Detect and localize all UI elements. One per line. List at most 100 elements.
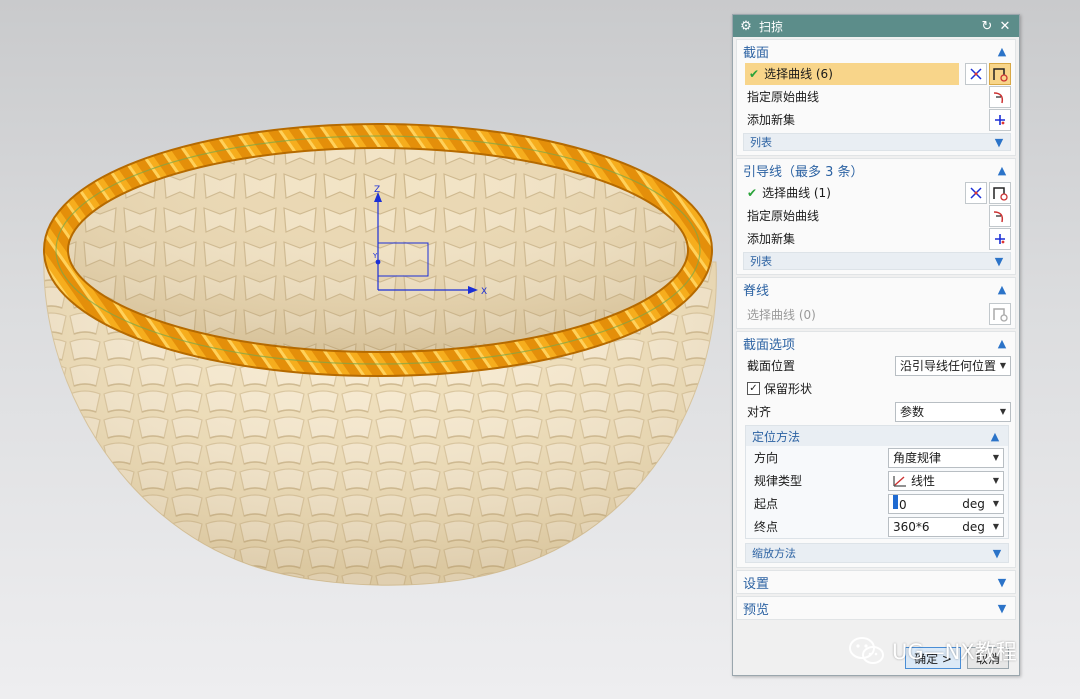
chevron-down-icon[interactable]: ▼ <box>993 522 999 531</box>
group-spine-header[interactable]: 脊线 ▲ <box>737 278 1015 300</box>
preserve-shape-label: 保留形状 <box>764 382 813 396</box>
chevron-up-icon[interactable]: ▲ <box>995 337 1009 350</box>
chevron-down-icon[interactable]: ▼ <box>990 547 1004 560</box>
group-settings-title: 设置 <box>743 576 770 592</box>
section-specify-origin-row[interactable]: 指定原始曲线 <box>737 85 1015 108</box>
add-set-icon[interactable] <box>989 108 1011 131</box>
section-position-value: 沿引导线任何位置 <box>900 359 997 373</box>
end-unit: deg <box>962 519 985 534</box>
preserve-shape-checkbox[interactable]: ✓ <box>747 382 760 395</box>
orientation-title: 定位方法 <box>752 429 801 444</box>
section-select-curve-row[interactable]: ✔ 选择曲线 (6) <box>737 62 1015 85</box>
section-specify-origin-label: 指定原始曲线 <box>747 90 820 104</box>
axis-label-x: X <box>481 287 487 297</box>
chevron-up-icon[interactable]: ▲ <box>988 430 1002 443</box>
reverse-direction-button[interactable] <box>965 181 987 204</box>
align-label: 对齐 <box>747 405 772 419</box>
start-row: 起点 0 deg ▼ <box>746 492 1008 515</box>
guide-select-curve-label: 选择曲线 (1) <box>762 186 831 200</box>
law-type-label: 规律类型 <box>754 474 803 488</box>
law-type-select[interactable]: 线性 ▼ <box>888 470 1004 491</box>
chevron-down-icon[interactable]: ▼ <box>995 602 1009 615</box>
origin-curve-icon[interactable] <box>989 204 1011 227</box>
preserve-shape-row[interactable]: ✓ 保留形状 <box>737 377 1015 400</box>
chevron-down-icon[interactable]: ▼ <box>992 255 1006 268</box>
group-section-header[interactable]: 截面 ▲ <box>737 40 1015 62</box>
chevron-down-icon[interactable]: ▼ <box>993 499 999 508</box>
axis-label-y: Y <box>372 252 378 260</box>
chevron-down-icon[interactable]: ▼ <box>992 136 1006 149</box>
group-preview-title: 预览 <box>743 602 770 618</box>
end-value[interactable]: 360*6 <box>893 520 962 534</box>
section-select-curve-label: 选择曲线 (6) <box>764 67 833 81</box>
reset-icon[interactable]: ↻ <box>979 19 995 34</box>
group-preview-header[interactable]: 预览 ▼ <box>737 597 1015 619</box>
scaling-toggle[interactable]: 缩放方法 ▼ <box>745 543 1009 563</box>
check-icon: ✔ <box>749 66 760 81</box>
guide-add-new-set-label: 添加新集 <box>747 232 796 246</box>
gear-icon: ⚙ <box>740 18 752 34</box>
text-cursor <box>893 495 898 509</box>
guide-specify-origin-label: 指定原始曲线 <box>747 209 820 223</box>
direction-label: 方向 <box>754 451 779 465</box>
chevron-up-icon[interactable]: ▲ <box>995 283 1009 296</box>
group-section-options: 截面选项 ▲ 截面位置 沿引导线任何位置 ▼ ✓ 保留形状 对齐 参数 ▼ 定位… <box>736 331 1016 568</box>
align-row: 对齐 参数 ▼ <box>737 400 1015 423</box>
section-list-toggle[interactable]: 列表 ▼ <box>743 133 1011 151</box>
check-icon: ✔ <box>747 185 758 200</box>
chevron-down-icon: ▼ <box>999 407 1006 416</box>
align-value: 参数 <box>900 405 925 419</box>
start-unit: deg <box>962 496 985 511</box>
guide-list-toggle[interactable]: 列表 ▼ <box>743 252 1011 270</box>
basket-model: Z X Y <box>43 123 717 586</box>
end-input[interactable]: 360*6 deg ▼ <box>888 516 1004 537</box>
curve-rule-button[interactable] <box>989 303 1011 325</box>
watermark-text: UG—NX教程 <box>892 640 1017 664</box>
align-select[interactable]: 参数 ▼ <box>895 401 1011 422</box>
guide-specify-origin-row[interactable]: 指定原始曲线 <box>737 204 1015 227</box>
group-section: 截面 ▲ ✔ 选择曲线 (6) 指定原始曲线 添加新集 列表 ▼ <box>736 39 1016 156</box>
end-label: 终点 <box>754 520 779 534</box>
group-spine-title: 脊线 <box>743 283 770 299</box>
graphics-viewport[interactable]: Z X Y <box>0 0 730 699</box>
chevron-down-icon: ▼ <box>992 476 999 485</box>
curve-rule-button[interactable] <box>989 62 1011 85</box>
group-settings: 设置 ▼ <box>736 570 1016 594</box>
guide-select-curve-row[interactable]: ✔ 选择曲线 (1) <box>737 181 1015 204</box>
group-section-title: 截面 <box>743 45 770 61</box>
chevron-down-icon[interactable]: ▼ <box>995 576 1009 589</box>
add-set-icon[interactable] <box>989 227 1011 250</box>
sweep-dialog: ⚙ 扫掠 ↻ ✕ 截面 ▲ ✔ 选择曲线 (6) 指定原始曲线 添加新集 列表 … <box>732 14 1020 676</box>
spine-select-curve-row[interactable]: 选择曲线 (0) <box>737 300 1015 328</box>
section-position-row: 截面位置 沿引导线任何位置 ▼ <box>737 354 1015 377</box>
linear-law-icon <box>893 475 906 486</box>
law-type-row: 规律类型 线性 ▼ <box>746 469 1008 492</box>
section-add-new-set-row[interactable]: 添加新集 <box>737 108 1015 131</box>
chevron-down-icon: ▼ <box>999 361 1006 370</box>
orientation-header[interactable]: 定位方法 ▲ <box>746 426 1008 446</box>
direction-select[interactable]: 角度规律 ▼ <box>888 447 1004 468</box>
chevron-down-icon: ▼ <box>992 453 999 462</box>
direction-row: 方向 角度规律 ▼ <box>746 446 1008 469</box>
dialog-titlebar[interactable]: ⚙ 扫掠 ↻ ✕ <box>733 15 1019 37</box>
start-value-field[interactable]: 0 <box>893 495 962 512</box>
curve-rule-button[interactable] <box>989 181 1011 204</box>
group-guide: 引导线（最多 3 条） ▲ ✔ 选择曲线 (1) 指定原始曲线 添加新集 列表 … <box>736 158 1016 275</box>
group-guide-title: 引导线（最多 3 条） <box>743 164 864 180</box>
group-settings-header[interactable]: 设置 ▼ <box>737 571 1015 593</box>
law-type-value: 线性 <box>911 474 936 488</box>
close-icon[interactable]: ✕ <box>997 19 1013 34</box>
watermark: UG—NX教程 <box>848 636 1017 666</box>
chevron-up-icon[interactable]: ▲ <box>995 45 1009 58</box>
chevron-up-icon[interactable]: ▲ <box>995 164 1009 177</box>
section-position-select[interactable]: 沿引导线任何位置 ▼ <box>895 355 1011 376</box>
group-guide-header[interactable]: 引导线（最多 3 条） ▲ <box>737 159 1015 181</box>
start-input[interactable]: 0 deg ▼ <box>888 493 1004 514</box>
origin-curve-icon[interactable] <box>989 85 1011 108</box>
group-section-options-header[interactable]: 截面选项 ▲ <box>737 332 1015 354</box>
guide-add-new-set-row[interactable]: 添加新集 <box>737 227 1015 250</box>
section-list-label: 列表 <box>750 136 772 149</box>
reverse-direction-button[interactable] <box>965 62 987 85</box>
wechat-icon <box>849 637 884 664</box>
group-section-options-title: 截面选项 <box>743 337 796 353</box>
